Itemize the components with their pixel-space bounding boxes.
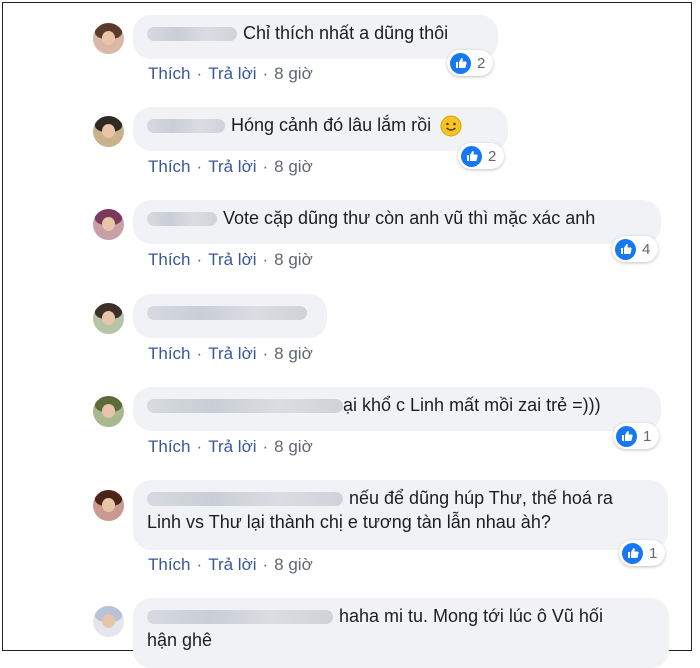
like-link[interactable]: Thích xyxy=(148,437,191,456)
like-count: 2 xyxy=(488,147,497,165)
avatar[interactable] xyxy=(93,303,124,334)
reply-link[interactable]: Trả lời xyxy=(208,555,256,574)
like-link[interactable]: Thích xyxy=(148,555,191,574)
avatar[interactable] xyxy=(93,606,124,637)
reply-link[interactable]: Trả lời xyxy=(208,157,256,176)
timestamp[interactable]: 8 giờ xyxy=(274,64,313,83)
comment-text-line-2: Linh vs Thư lại thành chị e tương tàn lẫ… xyxy=(147,512,551,532)
comment-bubble: Vote cặp dũng thư còn anh vũ thì mặc xác… xyxy=(133,200,661,244)
like-count-badge[interactable]: 4 xyxy=(612,236,659,262)
separator-dot: · xyxy=(196,437,203,456)
comment-bubble xyxy=(133,294,327,338)
comment-text: Chỉ thích nhất a dũng thôi xyxy=(243,23,449,43)
avatar[interactable] xyxy=(93,23,124,54)
like-link[interactable]: Thích xyxy=(148,344,191,363)
avatar[interactable] xyxy=(93,209,124,240)
timestamp[interactable]: 8 giờ xyxy=(274,555,313,574)
separator-dot: · xyxy=(262,555,269,574)
like-count-badge[interactable]: 1 xyxy=(619,540,666,566)
like-count-badge[interactable]: 1 xyxy=(613,423,660,449)
like-count: 1 xyxy=(649,544,658,562)
like-thumb-icon xyxy=(450,52,471,74)
avatar-face xyxy=(102,498,115,512)
like-count: 1 xyxy=(643,427,652,445)
comment-text: haha mi tu. Mong tới lúc ô Vũ hối xyxy=(339,606,603,626)
timestamp[interactable]: 8 giờ xyxy=(274,437,313,456)
comment-actions: Thích · Trả lời · 8 giờ xyxy=(148,250,313,270)
redacted-author-name[interactable] xyxy=(147,492,343,507)
like-thumb-icon xyxy=(615,238,636,260)
comment-actions: Thích · Trả lời · 8 giờ xyxy=(148,437,313,457)
separator-dot: · xyxy=(262,437,269,456)
reply-link[interactable]: Trả lời xyxy=(208,437,256,456)
avatar[interactable] xyxy=(93,116,124,147)
like-thumb-icon xyxy=(461,145,482,167)
like-count: 2 xyxy=(477,54,486,72)
avatar-face xyxy=(102,124,115,138)
like-link[interactable]: Thích xyxy=(148,250,191,269)
timestamp[interactable]: 8 giờ xyxy=(274,157,313,176)
like-count-badge[interactable]: 2 xyxy=(458,143,505,169)
like-count-badge[interactable]: 2 xyxy=(447,50,494,76)
smile-emoji-icon xyxy=(440,115,462,137)
redacted-author-name[interactable] xyxy=(147,399,343,414)
redacted-author-name[interactable] xyxy=(147,212,217,227)
avatar[interactable] xyxy=(93,490,124,521)
separator-dot: · xyxy=(196,157,203,176)
reply-link[interactable]: Trả lời xyxy=(208,344,256,363)
timestamp[interactable]: 8 giờ xyxy=(274,344,313,363)
separator-dot: · xyxy=(262,157,269,176)
like-count: 4 xyxy=(642,240,651,258)
avatar-face xyxy=(102,404,115,418)
comment-bubble: Hóng cảnh đó lâu lắm rồi xyxy=(133,107,508,151)
like-thumb-icon xyxy=(622,542,643,564)
comment-bubble: Chỉ thích nhất a dũng thôi xyxy=(133,15,498,59)
separator-dot: · xyxy=(196,64,203,83)
avatar-face xyxy=(102,217,115,231)
reply-link[interactable]: Trả lời xyxy=(208,64,256,83)
avatar[interactable] xyxy=(93,396,124,427)
avatar-face xyxy=(102,311,115,325)
comment-actions: Thích · Trả lời · 8 giờ xyxy=(148,157,313,177)
like-thumb-icon xyxy=(616,425,637,447)
like-link[interactable]: Thích xyxy=(148,157,191,176)
comment-text: Hóng cảnh đó lâu lắm rồi xyxy=(231,115,432,135)
redacted-author-name[interactable] xyxy=(147,27,237,42)
comment-text: ại khổ c Linh mất mồi zai trẻ =))) xyxy=(343,395,601,415)
separator-dot: · xyxy=(262,64,269,83)
redacted-author-name[interactable] xyxy=(147,306,307,321)
comment-bubble: ại khổ c Linh mất mồi zai trẻ =))) xyxy=(133,387,661,431)
avatar-face xyxy=(102,31,115,45)
like-link[interactable]: Thích xyxy=(148,64,191,83)
comment-text: Vote cặp dũng thư còn anh vũ thì mặc xác… xyxy=(223,208,596,228)
comment-text: nếu để dũng húp Thư, thế hoá ra xyxy=(349,488,613,508)
separator-dot: · xyxy=(262,344,269,363)
redacted-author-name[interactable] xyxy=(147,610,333,625)
timestamp[interactable]: 8 giờ xyxy=(274,250,313,269)
reply-link[interactable]: Trả lời xyxy=(208,250,256,269)
separator-dot: · xyxy=(196,250,203,269)
comment-text-line-2: hận ghê xyxy=(147,630,213,650)
avatar-face xyxy=(102,614,115,628)
comment-bubble: nếu để dũng húp Thư, thế hoá ra Linh vs … xyxy=(133,480,668,550)
comment-actions: Thích · Trả lời · 8 giờ xyxy=(148,64,313,84)
separator-dot: · xyxy=(196,555,203,574)
separator-dot: · xyxy=(262,250,269,269)
comment-bubble: haha mi tu. Mong tới lúc ô Vũ hối hận gh… xyxy=(133,598,669,668)
separator-dot: · xyxy=(196,344,203,363)
redacted-author-name[interactable] xyxy=(147,119,225,134)
comment-actions: Thích · Trả lời · 8 giờ xyxy=(148,344,313,364)
comment-actions: Thích · Trả lời · 8 giờ xyxy=(148,555,313,575)
